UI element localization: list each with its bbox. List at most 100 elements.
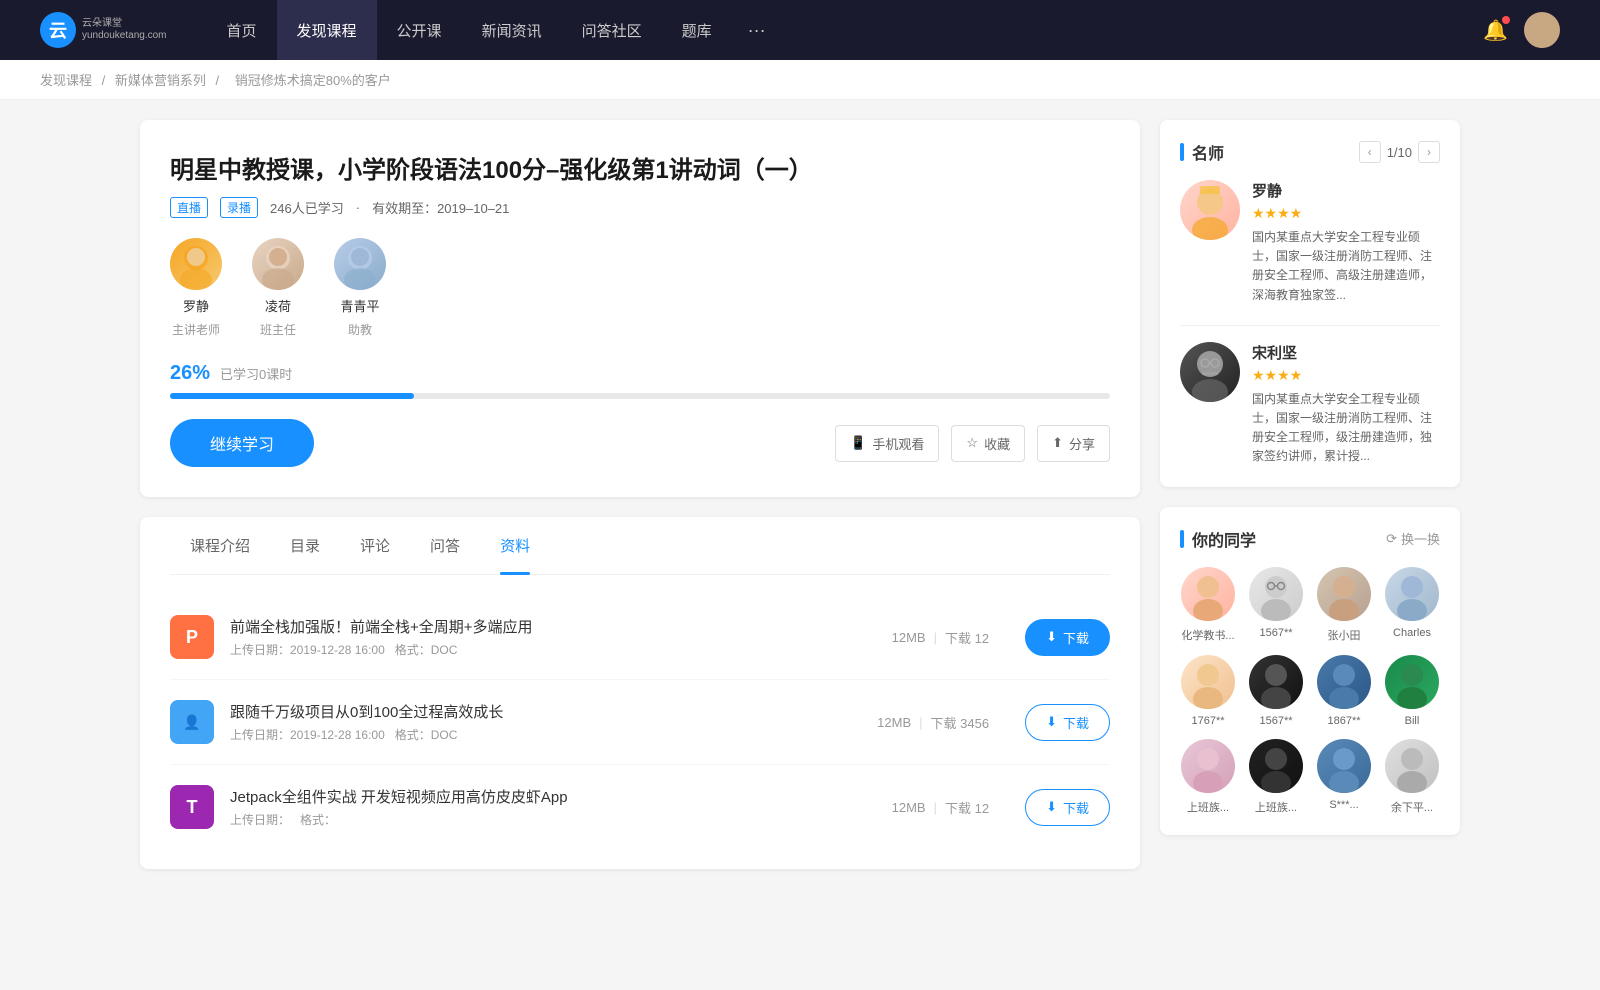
- collect-button[interactable]: ☆ 收藏: [951, 425, 1025, 462]
- watch-mobile-button[interactable]: 📱 手机观看: [835, 425, 939, 462]
- file-stats-3: 12MB | 下载 12: [892, 798, 989, 817]
- classmate-item-12: 余下平...: [1384, 739, 1440, 815]
- user-avatar[interactable]: [1524, 12, 1560, 48]
- nav-items: 首页 发现课程 公开课 新闻资讯 问答社区 题库 ···: [207, 0, 1484, 60]
- pagination-next[interactable]: ›: [1418, 141, 1440, 163]
- badge-record: 录播: [220, 197, 258, 218]
- title-bar-decoration: [1180, 143, 1184, 161]
- download-button-3[interactable]: ⬇ 下载: [1025, 789, 1110, 826]
- breadcrumb-link-series[interactable]: 新媒体营销系列: [115, 73, 206, 88]
- classmate-item-6: 1567**: [1248, 655, 1304, 727]
- breadcrumb-link-discover[interactable]: 发现课程: [40, 73, 92, 88]
- classmate-item-10: 上班族...: [1248, 739, 1304, 815]
- classmate-name-7: 1867**: [1327, 715, 1360, 727]
- file-item-1: P 前端全栈加强版！前端全栈+全周期+多端应用 上传日期：2019-12-28 …: [170, 595, 1110, 680]
- breadcrumb-sep-2: /: [216, 73, 223, 88]
- nav-item-news[interactable]: 新闻资讯: [462, 0, 562, 60]
- classmate-avatar-4: [1385, 567, 1439, 621]
- teacher-linhe: 凌荷 班主任: [252, 238, 304, 338]
- classmate-name-5: 1767**: [1191, 715, 1224, 727]
- mobile-icon: 📱: [850, 435, 866, 451]
- nav-more-button[interactable]: ···: [732, 20, 782, 41]
- refresh-icon: ⟳: [1386, 531, 1397, 547]
- classmate-avatar-5: [1181, 655, 1235, 709]
- refresh-classmates-button[interactable]: ⟳ 换一换: [1386, 529, 1440, 548]
- nav-item-qa[interactable]: 问答社区: [562, 0, 662, 60]
- action-buttons: 📱 手机观看 ☆ 收藏 ⬆ 分享: [835, 425, 1110, 462]
- teachers-card-header: 名师 ‹ 1/10 ›: [1180, 140, 1440, 164]
- file-downloads-3: 下载 12: [945, 798, 989, 817]
- teacher-card-avatar-luojing: [1180, 180, 1240, 240]
- nav-item-discover[interactable]: 发现课程: [277, 0, 377, 60]
- download-icon-1: ⬇: [1046, 629, 1057, 645]
- share-button[interactable]: ⬆ 分享: [1037, 425, 1110, 462]
- course-header-card: 明星中教授课，小学阶段语法100分–强化级第1讲动词（一） 直播 录播 246人…: [140, 120, 1140, 497]
- share-label: 分享: [1069, 434, 1095, 453]
- classmate-name-1: 化学教书...: [1181, 627, 1234, 643]
- classmate-name-6: 1567**: [1259, 715, 1292, 727]
- tab-catalog[interactable]: 目录: [270, 517, 340, 574]
- classmate-avatar-3: [1317, 567, 1371, 621]
- logo[interactable]: 云 云朵课堂 yundouketang.com: [40, 12, 167, 48]
- classmate-item-11: S***...: [1316, 739, 1372, 815]
- file-info-2: 跟随千万级项目从0到100全过程高效成长 上传日期：2019-12-28 16:…: [230, 701, 861, 743]
- student-count: 246人已学习: [270, 198, 344, 217]
- teacher-name-qingqingping: 青青平: [340, 296, 379, 315]
- refresh-label: 换一换: [1401, 529, 1440, 548]
- progress-label: 26% 已学习0课时: [170, 362, 1110, 385]
- valid-period: 有效期至：2019–10–21: [372, 198, 509, 217]
- tab-intro[interactable]: 课程介绍: [170, 517, 270, 574]
- teacher-card-info-luojing: 罗静 ★★★★ 国内某重点大学安全工程专业硕士，国家一级注册消防工程师、注册安全…: [1252, 180, 1440, 305]
- classmates-grid: 化学教书... 1567** 张小田: [1180, 567, 1440, 815]
- file-meta-3: 上传日期： 格式：: [230, 811, 876, 828]
- classmate-name-3: 张小田: [1328, 627, 1361, 643]
- teacher-name-luojing: 罗静: [183, 296, 209, 315]
- classmate-item-4: Charles: [1384, 567, 1440, 643]
- teacher-img-luojing: [170, 238, 222, 290]
- teacher-name-linhe: 凌荷: [265, 296, 291, 315]
- teacher-desc-songlijijian: 国内某重点大学安全工程专业硕士，国家一级注册消防工程师、注册安全工程师，级注册建…: [1252, 390, 1440, 467]
- teacher-stars-songlijijian: ★★★★: [1252, 367, 1440, 384]
- classmate-name-11: S***...: [1329, 799, 1358, 811]
- classmate-avatar-12: [1385, 739, 1439, 793]
- progress-percent: 26%: [170, 362, 210, 385]
- file-downloads-1: 下载 12: [945, 628, 989, 647]
- logo-text: 云朵课堂 yundouketang.com: [82, 18, 167, 42]
- teacher-divider: [1180, 325, 1440, 326]
- file-icon-1: P: [170, 615, 214, 659]
- file-icon-2: 👤: [170, 700, 214, 744]
- nav-item-exam[interactable]: 题库: [662, 0, 732, 60]
- teachers-title-text: 名师: [1192, 140, 1224, 164]
- notification-bell[interactable]: 🔔: [1483, 18, 1508, 43]
- watch-mobile-label: 手机观看: [872, 434, 924, 453]
- file-stats-2: 12MB | 下载 3456: [877, 713, 989, 732]
- file-info-3: Jetpack全组件实战 开发短视频应用高仿皮皮虾App 上传日期： 格式：: [230, 786, 876, 828]
- classmate-name-10: 上班族...: [1255, 799, 1297, 815]
- tab-comments[interactable]: 评论: [340, 517, 410, 574]
- teacher-role-luojing: 主讲老师: [172, 321, 220, 338]
- file-icon-3: T: [170, 785, 214, 829]
- download-button-1[interactable]: ⬇ 下载: [1025, 619, 1110, 656]
- file-downloads-2: 下载 3456: [931, 713, 990, 732]
- classmate-avatar-6: [1249, 655, 1303, 709]
- teachers-sidebar-card: 名师 ‹ 1/10 › 罗静: [1160, 120, 1460, 487]
- file-info-1: 前端全栈加强版！前端全栈+全周期+多端应用 上传日期：2019-12-28 16…: [230, 616, 876, 658]
- tab-qa[interactable]: 问答: [410, 517, 480, 574]
- teacher-card-songlijijian: 宋利坚 ★★★★ 国内某重点大学安全工程专业硕士，国家一级注册消防工程师、注册安…: [1180, 342, 1440, 467]
- pagination-prev[interactable]: ‹: [1359, 141, 1381, 163]
- file-name-1: 前端全栈加强版！前端全栈+全周期+多端应用: [230, 616, 876, 637]
- file-meta-2: 上传日期：2019-12-28 16:00 格式：DOC: [230, 726, 861, 743]
- navbar: 云 云朵课堂 yundouketang.com 首页 发现课程 公开课 新闻资讯…: [0, 0, 1600, 60]
- course-meta: 直播 录播 246人已学习 · 有效期至：2019–10–21: [170, 197, 1110, 218]
- download-button-2[interactable]: ⬇ 下载: [1025, 704, 1110, 741]
- nav-item-opencourse[interactable]: 公开课: [377, 0, 462, 60]
- nav-item-home[interactable]: 首页: [207, 0, 277, 60]
- teacher-card-info-songlijijian: 宋利坚 ★★★★ 国内某重点大学安全工程专业硕士，国家一级注册消防工程师、注册安…: [1252, 342, 1440, 467]
- classmate-avatar-8: [1385, 655, 1439, 709]
- teachers-card-title: 名师: [1180, 140, 1224, 164]
- file-size-2: 12MB: [877, 715, 911, 730]
- download-icon-3: ⬇: [1046, 799, 1057, 815]
- continue-learning-button[interactable]: 继续学习: [170, 419, 314, 467]
- classmate-avatar-9: [1181, 739, 1235, 793]
- tab-materials[interactable]: 资料: [480, 517, 550, 574]
